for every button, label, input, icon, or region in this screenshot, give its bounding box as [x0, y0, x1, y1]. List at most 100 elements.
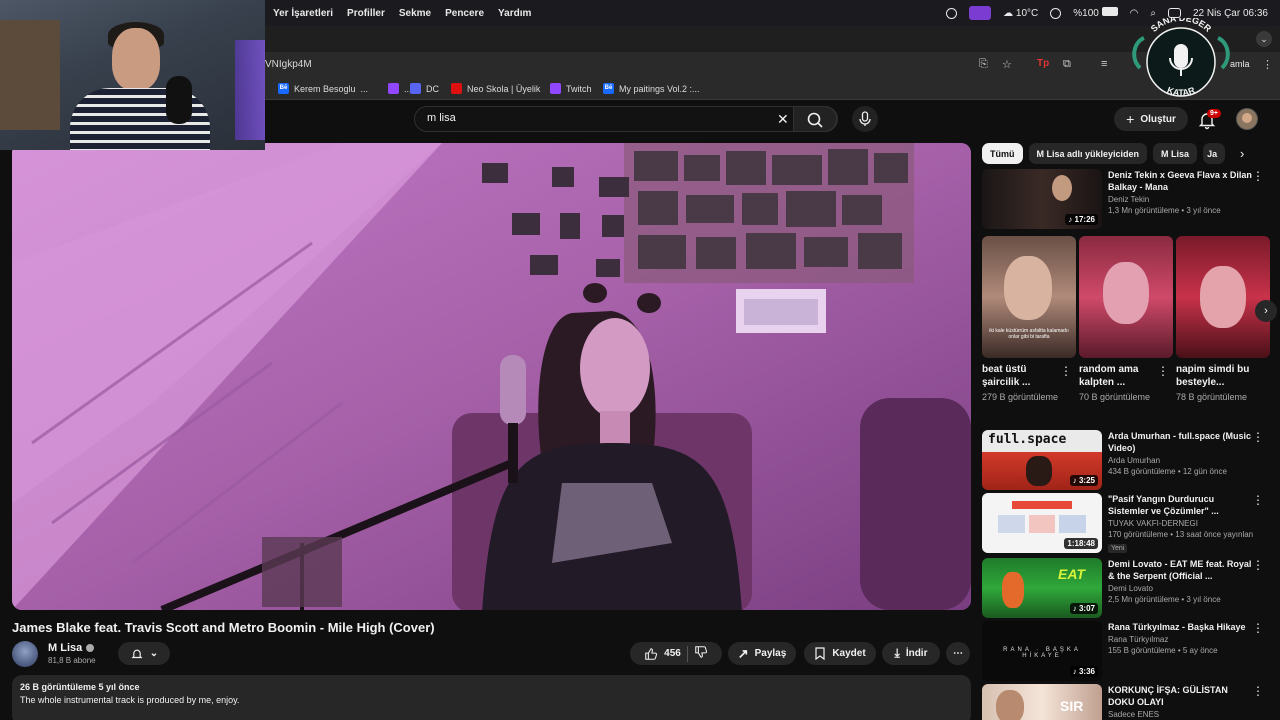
bookmark-item[interactable]: Twitch [550, 83, 592, 94]
battery-status[interactable]: %100 [1073, 7, 1118, 19]
short-title[interactable]: random ama kalpten ... [1079, 363, 1157, 389]
bookmark-item[interactable]: Neo Skola | Üyelik [451, 83, 540, 94]
wifi-icon[interactable]: ◠ [1130, 8, 1139, 19]
tab-search-chevron-icon[interactable]: ⌄ [1256, 31, 1272, 47]
short-thumbnail[interactable] [1176, 236, 1270, 358]
menu-bookmarks[interactable]: Yer İşaretleri [273, 8, 333, 19]
short-item[interactable]: napim simdi bu besteyle... 78 B görüntül… [1176, 236, 1270, 403]
save-button[interactable]: Kaydet [804, 642, 876, 665]
channel-avatar[interactable] [12, 641, 38, 667]
short-thumbnail[interactable] [1079, 236, 1173, 358]
shorts-next-arrow-icon[interactable]: › [1255, 300, 1277, 322]
menu-tab[interactable]: Sekme [399, 8, 431, 19]
bookmark-suffix: ... [360, 83, 369, 94]
video-thumbnail[interactable]: RANA · BAŞKA HİKAYE ♪ 3:36 [982, 621, 1102, 681]
recommendation-item[interactable]: 1:18:48 "Pasif Yangın Durdurucu Sistemle… [982, 493, 1272, 553]
search-button[interactable] [793, 106, 837, 132]
control-icon[interactable] [946, 7, 958, 19]
url-text[interactable]: VNIgkp4M [265, 59, 312, 70]
recommendation-channel[interactable]: Arda Umurhan [1108, 456, 1256, 465]
more-vertical-icon[interactable]: ⋮ [1252, 559, 1264, 571]
more-vertical-icon[interactable]: ⋮ [1252, 494, 1264, 506]
like-dislike-group: 456 [630, 642, 722, 665]
thumbnail-figure [996, 690, 1024, 720]
short-thumbnail[interactable]: iki kale küstürrüm asfaltta kalamadıı on… [982, 236, 1076, 358]
more-vertical-icon[interactable]: ⋮ [1252, 685, 1264, 697]
bookmark-item[interactable]: Bē Kerem Besoglu ... [278, 83, 368, 94]
chip-from-uploader[interactable]: M Lisa adlı yükleyiciden [1028, 143, 1148, 164]
more-vertical-icon[interactable]: ⋮ [1252, 622, 1264, 634]
chip-m-lisa[interactable]: M Lisa [1153, 143, 1198, 164]
video-thumbnail[interactable]: EAT ♪ 3:07 [982, 558, 1102, 618]
install-app-icon[interactable]: ⎘ [979, 58, 988, 71]
video-thumbnail[interactable]: SIR [982, 684, 1102, 720]
subscribe-notification-button[interactable]: ⌄ [118, 642, 170, 665]
recommendation-channel[interactable]: Sadece ENES [1108, 710, 1256, 719]
video-thumbnail[interactable]: full.space ♪ 3:25 [982, 430, 1102, 490]
video-thumbnail[interactable]: 1:18:48 [982, 493, 1102, 553]
create-button[interactable]: + Oluştur [1114, 107, 1188, 131]
more-vertical-icon[interactable]: ⋮ [1060, 364, 1072, 378]
bookmark-item[interactable]: Bē My paitings Vol.2 :... [603, 83, 700, 94]
short-title[interactable]: napim simdi bu besteyle... [1176, 363, 1254, 389]
bookmark-label: Neo Skola | Üyelik [467, 83, 541, 94]
search-icon[interactable]: ⌕ [1150, 8, 1156, 19]
account-avatar[interactable] [1236, 108, 1258, 130]
profile-button[interactable]: amla [1230, 59, 1250, 69]
browser-menu-icon[interactable]: ⋮ [1262, 58, 1273, 71]
bookmark-star-icon[interactable]: ☆ [1002, 58, 1012, 71]
save-label: Kaydet [832, 648, 866, 659]
recommendation-channel[interactable]: TUYAK VAKFI-DERNEGI [1108, 519, 1256, 528]
recommendation-channel[interactable]: Deniz Tekin [1108, 195, 1256, 204]
recommendation-title[interactable]: KORKUNÇ İFŞA: GÜLİSTAN DOKU OLAYI [1108, 684, 1256, 708]
recommendation-item[interactable]: full.space ♪ 3:25 Arda Umurhan - full.sp… [982, 430, 1272, 490]
download-button[interactable]: ⤓ İndir [882, 642, 940, 665]
chevron-right-icon[interactable]: › [1240, 146, 1244, 161]
play-icon[interactable] [1050, 7, 1062, 19]
like-button[interactable]: 456 [644, 647, 681, 661]
recommendation-title[interactable]: Rana Türkyılmaz - Başka Hikaye [1108, 621, 1256, 633]
extension-tp-icon[interactable]: Tp [1037, 58, 1049, 69]
short-title[interactable]: beat üstü şaircilik ... [982, 363, 1060, 389]
clock[interactable]: 22 Nis Çar 06:36 [1193, 8, 1268, 19]
channel-name-row[interactable]: M Lisa [48, 642, 95, 654]
menu-help[interactable]: Yardım [498, 8, 531, 19]
stage-manager-icon[interactable] [969, 6, 992, 20]
weather-status[interactable]: ☁ 10°C [1003, 8, 1038, 19]
more-vertical-icon[interactable]: ⋮ [1252, 431, 1264, 443]
share-button[interactable]: ↗ Paylaş [728, 642, 796, 665]
bookmark-item[interactable]: DC [410, 83, 439, 94]
bookmark-item[interactable]: ... [388, 83, 412, 94]
thumbnail-figure [1200, 266, 1246, 328]
search-input[interactable] [427, 112, 767, 124]
recommendation-title[interactable]: Arda Umurhan - full.space (Music Video) [1108, 430, 1256, 454]
chip-ja[interactable]: Ja [1203, 143, 1226, 164]
more-vertical-icon[interactable]: ⋮ [1252, 170, 1264, 182]
more-vertical-icon[interactable]: ⋮ [1157, 364, 1169, 378]
menu-profiles[interactable]: Profiller [347, 8, 385, 19]
video-thumbnail[interactable]: ♪ 17:26 [982, 169, 1102, 229]
short-item[interactable]: random ama kalpten ... 70 B görüntüleme … [1079, 236, 1173, 403]
recommendation-title[interactable]: Deniz Tekin x Geeva Flava x Dilan Balkay… [1108, 169, 1256, 193]
recommendation-item[interactable]: ♪ 17:26 Deniz Tekin x Geeva Flava x Dila… [982, 169, 1272, 229]
recommendation-item[interactable]: SIR KORKUNÇ İFŞA: GÜLİSTAN DOKU OLAYI Sa… [982, 684, 1272, 720]
video-player[interactable] [12, 143, 971, 610]
menu-window[interactable]: Pencere [445, 8, 484, 19]
voice-search-button[interactable] [852, 106, 878, 132]
reading-list-icon[interactable]: ≡ [1101, 58, 1107, 70]
description-box[interactable]: 26 B görüntüleme 5 yıl önce The whole in… [12, 675, 971, 720]
recommendation-item[interactable]: RANA · BAŞKA HİKAYE ♪ 3:36 Rana Türkyılm… [982, 621, 1272, 681]
channel-name[interactable]: M Lisa [48, 642, 82, 654]
extensions-icon[interactable]: ⧉ [1063, 58, 1071, 71]
more-actions-button[interactable]: ⋯ [946, 642, 970, 665]
control-center-icon[interactable] [1167, 8, 1181, 18]
dislike-button[interactable] [694, 645, 708, 662]
recommendation-item[interactable]: EAT ♪ 3:07 Demi Lovato - EAT ME feat. Ro… [982, 558, 1272, 618]
short-item[interactable]: iki kale küstürrüm asfaltta kalamadıı on… [982, 236, 1076, 403]
recommendation-channel[interactable]: Demi Lovato [1108, 584, 1256, 593]
recommendation-title[interactable]: "Pasif Yangın Durdurucu Sistemler ve Çöz… [1108, 493, 1256, 517]
recommendation-title[interactable]: Demi Lovato - EAT ME feat. Royal & the S… [1108, 558, 1256, 582]
chip-all[interactable]: Tümü [982, 143, 1023, 164]
recommendation-channel[interactable]: Rana Türkyılmaz [1108, 635, 1256, 644]
clear-search-icon[interactable]: ✕ [777, 111, 789, 128]
